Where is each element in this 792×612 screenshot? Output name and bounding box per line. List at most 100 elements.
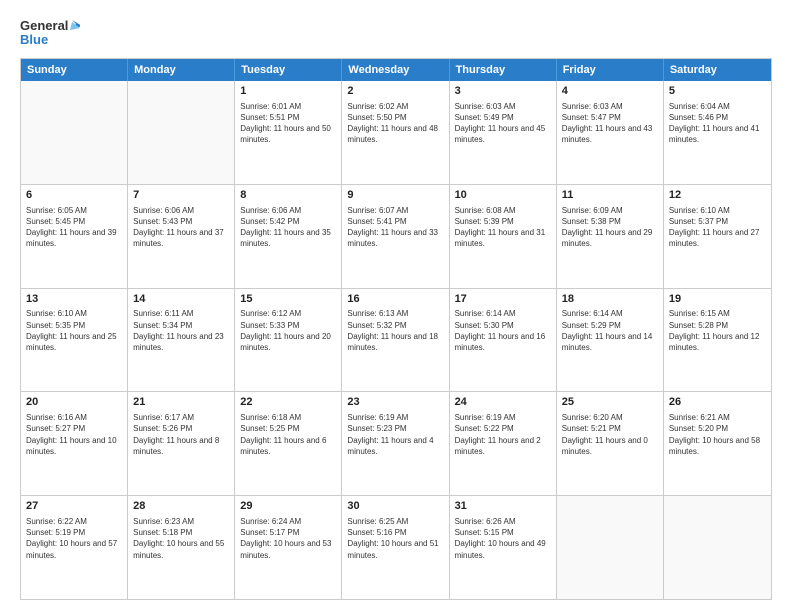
day-cell-1: 1 Sunrise: 6:01 AM Sunset: 5:51 PM Daylig… — [235, 81, 342, 184]
day-number: 9 — [347, 188, 443, 203]
day-number: 15 — [240, 292, 336, 307]
day-info: Sunrise: 6:07 AM Sunset: 5:41 PM Dayligh… — [347, 205, 443, 250]
day-info: Sunrise: 6:03 AM Sunset: 5:49 PM Dayligh… — [455, 101, 551, 146]
day-cell-29: 29 Sunrise: 6:24 AM Sunset: 5:17 PM Dayli… — [235, 496, 342, 599]
header: General Blue — [20, 16, 772, 52]
day-number: 30 — [347, 499, 443, 514]
day-info: Sunrise: 6:19 AM Sunset: 5:22 PM Dayligh… — [455, 412, 551, 457]
day-info: Sunrise: 6:19 AM Sunset: 5:23 PM Dayligh… — [347, 412, 443, 457]
day-number: 31 — [455, 499, 551, 514]
day-cell-6: 6 Sunrise: 6:05 AM Sunset: 5:45 PM Daylig… — [21, 185, 128, 288]
day-info: Sunrise: 6:22 AM Sunset: 5:19 PM Dayligh… — [26, 516, 122, 561]
day-number: 19 — [669, 292, 766, 307]
day-info: Sunrise: 6:10 AM Sunset: 5:35 PM Dayligh… — [26, 308, 122, 353]
header-day-friday: Friday — [557, 59, 664, 81]
day-info: Sunrise: 6:14 AM Sunset: 5:30 PM Dayligh… — [455, 308, 551, 353]
header-day-sunday: Sunday — [21, 59, 128, 81]
header-day-thursday: Thursday — [450, 59, 557, 81]
day-number: 22 — [240, 395, 336, 410]
day-info: Sunrise: 6:12 AM Sunset: 5:33 PM Dayligh… — [240, 308, 336, 353]
day-info: Sunrise: 6:23 AM Sunset: 5:18 PM Dayligh… — [133, 516, 229, 561]
calendar-body: 1 Sunrise: 6:01 AM Sunset: 5:51 PM Daylig… — [21, 81, 771, 599]
day-cell-11: 11 Sunrise: 6:09 AM Sunset: 5:38 PM Dayli… — [557, 185, 664, 288]
day-cell-24: 24Sunrise: 6:19 AM Sunset: 5:22 PM Dayli… — [450, 392, 557, 495]
day-cell-30: 30 Sunrise: 6:25 AM Sunset: 5:16 PM Dayli… — [342, 496, 449, 599]
calendar-row-4: 20Sunrise: 6:16 AM Sunset: 5:27 PM Dayli… — [21, 392, 771, 496]
day-number: 12 — [669, 188, 766, 203]
day-cell-5: 5 Sunrise: 6:04 AM Sunset: 5:46 PM Daylig… — [664, 81, 771, 184]
day-cell-3: 3 Sunrise: 6:03 AM Sunset: 5:49 PM Daylig… — [450, 81, 557, 184]
day-info: Sunrise: 6:03 AM Sunset: 5:47 PM Dayligh… — [562, 101, 658, 146]
day-cell-2: 2 Sunrise: 6:02 AM Sunset: 5:50 PM Daylig… — [342, 81, 449, 184]
day-info: Sunrise: 6:01 AM Sunset: 5:51 PM Dayligh… — [240, 101, 336, 146]
logo: General Blue — [20, 16, 80, 52]
day-number: 3 — [455, 84, 551, 99]
calendar-header: SundayMondayTuesdayWednesdayThursdayFrid… — [21, 59, 771, 81]
day-cell-20: 20Sunrise: 6:16 AM Sunset: 5:27 PM Dayli… — [21, 392, 128, 495]
calendar: SundayMondayTuesdayWednesdayThursdayFrid… — [20, 58, 772, 600]
header-day-saturday: Saturday — [664, 59, 771, 81]
day-info: Sunrise: 6:26 AM Sunset: 5:15 PM Dayligh… — [455, 516, 551, 561]
day-cell-17: 17Sunrise: 6:14 AM Sunset: 5:30 PM Dayli… — [450, 289, 557, 392]
empty-cell-0-0 — [21, 81, 128, 184]
day-info: Sunrise: 6:09 AM Sunset: 5:38 PM Dayligh… — [562, 205, 658, 250]
day-info: Sunrise: 6:05 AM Sunset: 5:45 PM Dayligh… — [26, 205, 122, 250]
day-info: Sunrise: 6:13 AM Sunset: 5:32 PM Dayligh… — [347, 308, 443, 353]
day-cell-27: 27 Sunrise: 6:22 AM Sunset: 5:19 PM Dayli… — [21, 496, 128, 599]
day-cell-31: 31 Sunrise: 6:26 AM Sunset: 5:15 PM Dayli… — [450, 496, 557, 599]
day-number: 26 — [669, 395, 766, 410]
day-info: Sunrise: 6:06 AM Sunset: 5:42 PM Dayligh… — [240, 205, 336, 250]
day-cell-7: 7 Sunrise: 6:06 AM Sunset: 5:43 PM Daylig… — [128, 185, 235, 288]
day-info: Sunrise: 6:25 AM Sunset: 5:16 PM Dayligh… — [347, 516, 443, 561]
day-number: 25 — [562, 395, 658, 410]
day-number: 11 — [562, 188, 658, 203]
day-cell-18: 18Sunrise: 6:14 AM Sunset: 5:29 PM Dayli… — [557, 289, 664, 392]
day-number: 1 — [240, 84, 336, 99]
day-info: Sunrise: 6:24 AM Sunset: 5:17 PM Dayligh… — [240, 516, 336, 561]
day-number: 7 — [133, 188, 229, 203]
day-cell-21: 21 Sunrise: 6:17 AM Sunset: 5:26 PM Dayli… — [128, 392, 235, 495]
logo-svg: General Blue — [20, 16, 80, 52]
day-number: 27 — [26, 499, 122, 514]
day-number: 29 — [240, 499, 336, 514]
empty-cell-4-5 — [557, 496, 664, 599]
day-info: Sunrise: 6:02 AM Sunset: 5:50 PM Dayligh… — [347, 101, 443, 146]
day-info: Sunrise: 6:15 AM Sunset: 5:28 PM Dayligh… — [669, 308, 766, 353]
day-cell-23: 23Sunrise: 6:19 AM Sunset: 5:23 PM Dayli… — [342, 392, 449, 495]
calendar-row-3: 13Sunrise: 6:10 AM Sunset: 5:35 PM Dayli… — [21, 289, 771, 393]
empty-cell-0-1 — [128, 81, 235, 184]
header-day-tuesday: Tuesday — [235, 59, 342, 81]
day-cell-19: 19Sunrise: 6:15 AM Sunset: 5:28 PM Dayli… — [664, 289, 771, 392]
day-number: 6 — [26, 188, 122, 203]
day-cell-14: 14Sunrise: 6:11 AM Sunset: 5:34 PM Dayli… — [128, 289, 235, 392]
svg-text:Blue: Blue — [20, 32, 48, 47]
day-info: Sunrise: 6:17 AM Sunset: 5:26 PM Dayligh… — [133, 412, 229, 457]
calendar-row-2: 6 Sunrise: 6:05 AM Sunset: 5:45 PM Daylig… — [21, 185, 771, 289]
day-number: 21 — [133, 395, 229, 410]
page: General Blue SundayMondayTuesdayWednesda… — [0, 0, 792, 612]
day-info: Sunrise: 6:08 AM Sunset: 5:39 PM Dayligh… — [455, 205, 551, 250]
day-cell-25: 25 Sunrise: 6:20 AM Sunset: 5:21 PM Dayli… — [557, 392, 664, 495]
day-number: 4 — [562, 84, 658, 99]
day-cell-8: 8Sunrise: 6:06 AM Sunset: 5:42 PM Daylig… — [235, 185, 342, 288]
day-info: Sunrise: 6:14 AM Sunset: 5:29 PM Dayligh… — [562, 308, 658, 353]
day-cell-9: 9 Sunrise: 6:07 AM Sunset: 5:41 PM Daylig… — [342, 185, 449, 288]
day-info: Sunrise: 6:06 AM Sunset: 5:43 PM Dayligh… — [133, 205, 229, 250]
day-info: Sunrise: 6:20 AM Sunset: 5:21 PM Dayligh… — [562, 412, 658, 457]
day-info: Sunrise: 6:21 AM Sunset: 5:20 PM Dayligh… — [669, 412, 766, 457]
svg-text:General: General — [20, 18, 68, 33]
day-info: Sunrise: 6:18 AM Sunset: 5:25 PM Dayligh… — [240, 412, 336, 457]
day-info: Sunrise: 6:11 AM Sunset: 5:34 PM Dayligh… — [133, 308, 229, 353]
day-number: 14 — [133, 292, 229, 307]
day-number: 17 — [455, 292, 551, 307]
day-info: Sunrise: 6:04 AM Sunset: 5:46 PM Dayligh… — [669, 101, 766, 146]
day-number: 5 — [669, 84, 766, 99]
calendar-row-5: 27 Sunrise: 6:22 AM Sunset: 5:19 PM Dayli… — [21, 496, 771, 599]
day-cell-15: 15Sunrise: 6:12 AM Sunset: 5:33 PM Dayli… — [235, 289, 342, 392]
day-number: 2 — [347, 84, 443, 99]
day-cell-16: 16Sunrise: 6:13 AM Sunset: 5:32 PM Dayli… — [342, 289, 449, 392]
day-cell-26: 26 Sunrise: 6:21 AM Sunset: 5:20 PM Dayli… — [664, 392, 771, 495]
day-number: 10 — [455, 188, 551, 203]
day-cell-13: 13Sunrise: 6:10 AM Sunset: 5:35 PM Dayli… — [21, 289, 128, 392]
header-day-wednesday: Wednesday — [342, 59, 449, 81]
